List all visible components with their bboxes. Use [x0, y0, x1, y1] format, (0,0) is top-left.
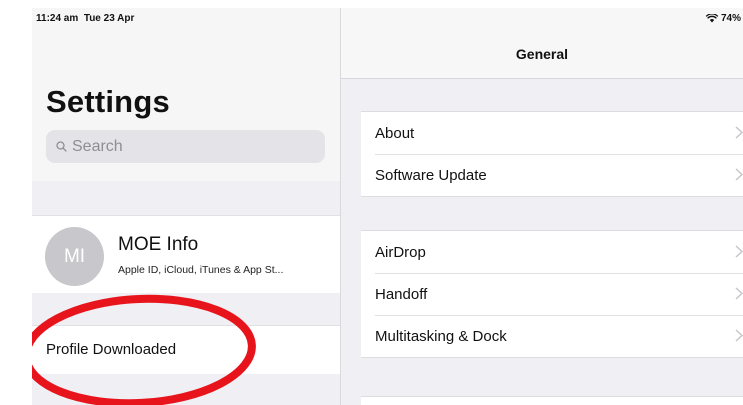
chevron-right-icon [735, 126, 743, 142]
settings-row-about[interactable]: About [361, 112, 743, 154]
row-label: AirDrop [375, 243, 426, 261]
row-label: Handoff [375, 285, 428, 303]
settings-row-multitasking-dock[interactable]: Multitasking & Dock [361, 315, 743, 357]
apple-id-account-row[interactable]: MI MOE Info Apple ID, iCloud, iTunes & A… [32, 215, 340, 294]
settings-sidebar: Settings Search MI MOE Info Apple ID, iC… [32, 8, 341, 405]
search-icon [56, 141, 67, 152]
avatar: MI [45, 227, 104, 286]
battery-percent: 74% [720, 13, 741, 24]
status-time: 11:24 am Tue 23 Apr [36, 13, 134, 24]
chevron-right-icon [735, 287, 743, 303]
status-right: 74% [705, 13, 741, 24]
settings-group: AirDrop Handoff Multitasking & Dock [361, 230, 743, 358]
settings-row-software-update[interactable]: Software Update [361, 154, 743, 196]
status-clock: 11:24 am [36, 13, 79, 24]
general-detail-pane: General About Software Update AirDrop Ha… [341, 8, 743, 405]
status-date: Tue 23 Apr [83, 13, 135, 24]
section-spacer [32, 293, 340, 325]
ipad-screen: Settings Search MI MOE Info Apple ID, iC… [32, 8, 743, 405]
chevron-right-icon [735, 329, 743, 345]
section-spacer [32, 374, 340, 405]
profile-downloaded-row[interactable]: Profile Downloaded [32, 325, 340, 375]
wifi-icon [705, 14, 718, 23]
sidebar-title: Settings [46, 84, 170, 119]
profile-downloaded-label: Profile Downloaded [46, 341, 177, 358]
settings-group: About Software Update [361, 111, 743, 197]
settings-row-airdrop[interactable]: AirDrop [361, 231, 743, 273]
settings-group-partial [361, 396, 743, 405]
section-spacer [32, 181, 340, 215]
row-label: Software Update [375, 166, 487, 184]
row-label: About [375, 124, 415, 142]
search-field[interactable]: Search [46, 130, 325, 163]
status-bar: 11:24 am Tue 23 Apr 74% [32, 8, 743, 28]
account-name: MOE Info [118, 234, 199, 255]
chevron-right-icon [735, 245, 743, 261]
search-placeholder: Search [72, 137, 123, 155]
detail-title: General [515, 46, 569, 62]
settings-row-handoff[interactable]: Handoff [361, 273, 743, 315]
account-subtitle: Apple ID, iCloud, iTunes & App St... [118, 264, 284, 276]
row-label: Multitasking & Dock [375, 327, 507, 345]
chevron-right-icon [735, 168, 743, 184]
